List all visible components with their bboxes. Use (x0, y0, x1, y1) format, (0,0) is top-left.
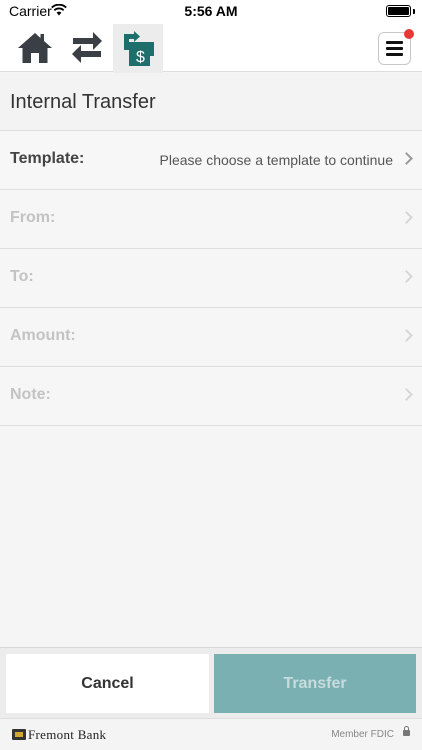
lock-icon (403, 726, 410, 736)
bank-logo-icon (12, 729, 26, 740)
from-label: From: (10, 209, 56, 226)
from-row[interactable]: From: (0, 190, 422, 249)
battery-fill (388, 7, 409, 15)
member-fdic-label: Member FDIC (331, 729, 394, 740)
hamburger-menu-line (386, 53, 403, 56)
template-value: Please choose a template to continue (159, 152, 394, 168)
internal-transfer-icon: $ (124, 30, 154, 66)
footer: Fremont Bank Member FDIC (0, 718, 422, 750)
hamburger-menu-icon (386, 41, 403, 44)
tab-home[interactable] (12, 24, 58, 72)
page-header: Internal Transfer (0, 73, 422, 131)
template-row[interactable]: Template: Please choose a template to co… (0, 131, 422, 190)
cancel-button[interactable]: Cancel (6, 654, 209, 713)
amount-label: Amount: (10, 327, 76, 344)
template-label: Template: (10, 150, 85, 167)
chevron-right-icon (400, 152, 413, 165)
note-row[interactable]: Note: (0, 367, 422, 426)
chevron-right-icon (400, 388, 413, 401)
transfer-arrows-icon (72, 32, 102, 63)
note-label: Note: (10, 386, 51, 403)
battery-tip (413, 9, 415, 14)
bank-name: Fremont Bank (28, 727, 107, 742)
home-icon (18, 33, 52, 63)
to-row[interactable]: To: (0, 249, 422, 308)
amount-row[interactable]: Amount: (0, 308, 422, 367)
nav-bar: $ (0, 24, 422, 73)
tab-internal-transfer[interactable]: $ (113, 24, 163, 73)
battery-icon (386, 5, 411, 17)
to-label: To: (10, 268, 34, 285)
chevron-right-icon (400, 211, 413, 224)
menu-button[interactable] (378, 29, 414, 65)
svg-text:$: $ (136, 49, 145, 66)
action-bar: Cancel Transfer (0, 647, 422, 718)
page-title: Internal Transfer (10, 91, 156, 113)
notification-badge (404, 29, 414, 39)
hamburger-menu-line (386, 47, 403, 50)
chevron-right-icon (400, 329, 413, 342)
content-area (0, 426, 422, 647)
chevron-right-icon (400, 270, 413, 283)
tab-transfers[interactable] (64, 24, 110, 72)
transfer-button[interactable]: Transfer (214, 654, 416, 713)
status-bar: Carrier 5:56 AM (0, 0, 422, 24)
status-time: 5:56 AM (184, 3, 238, 19)
